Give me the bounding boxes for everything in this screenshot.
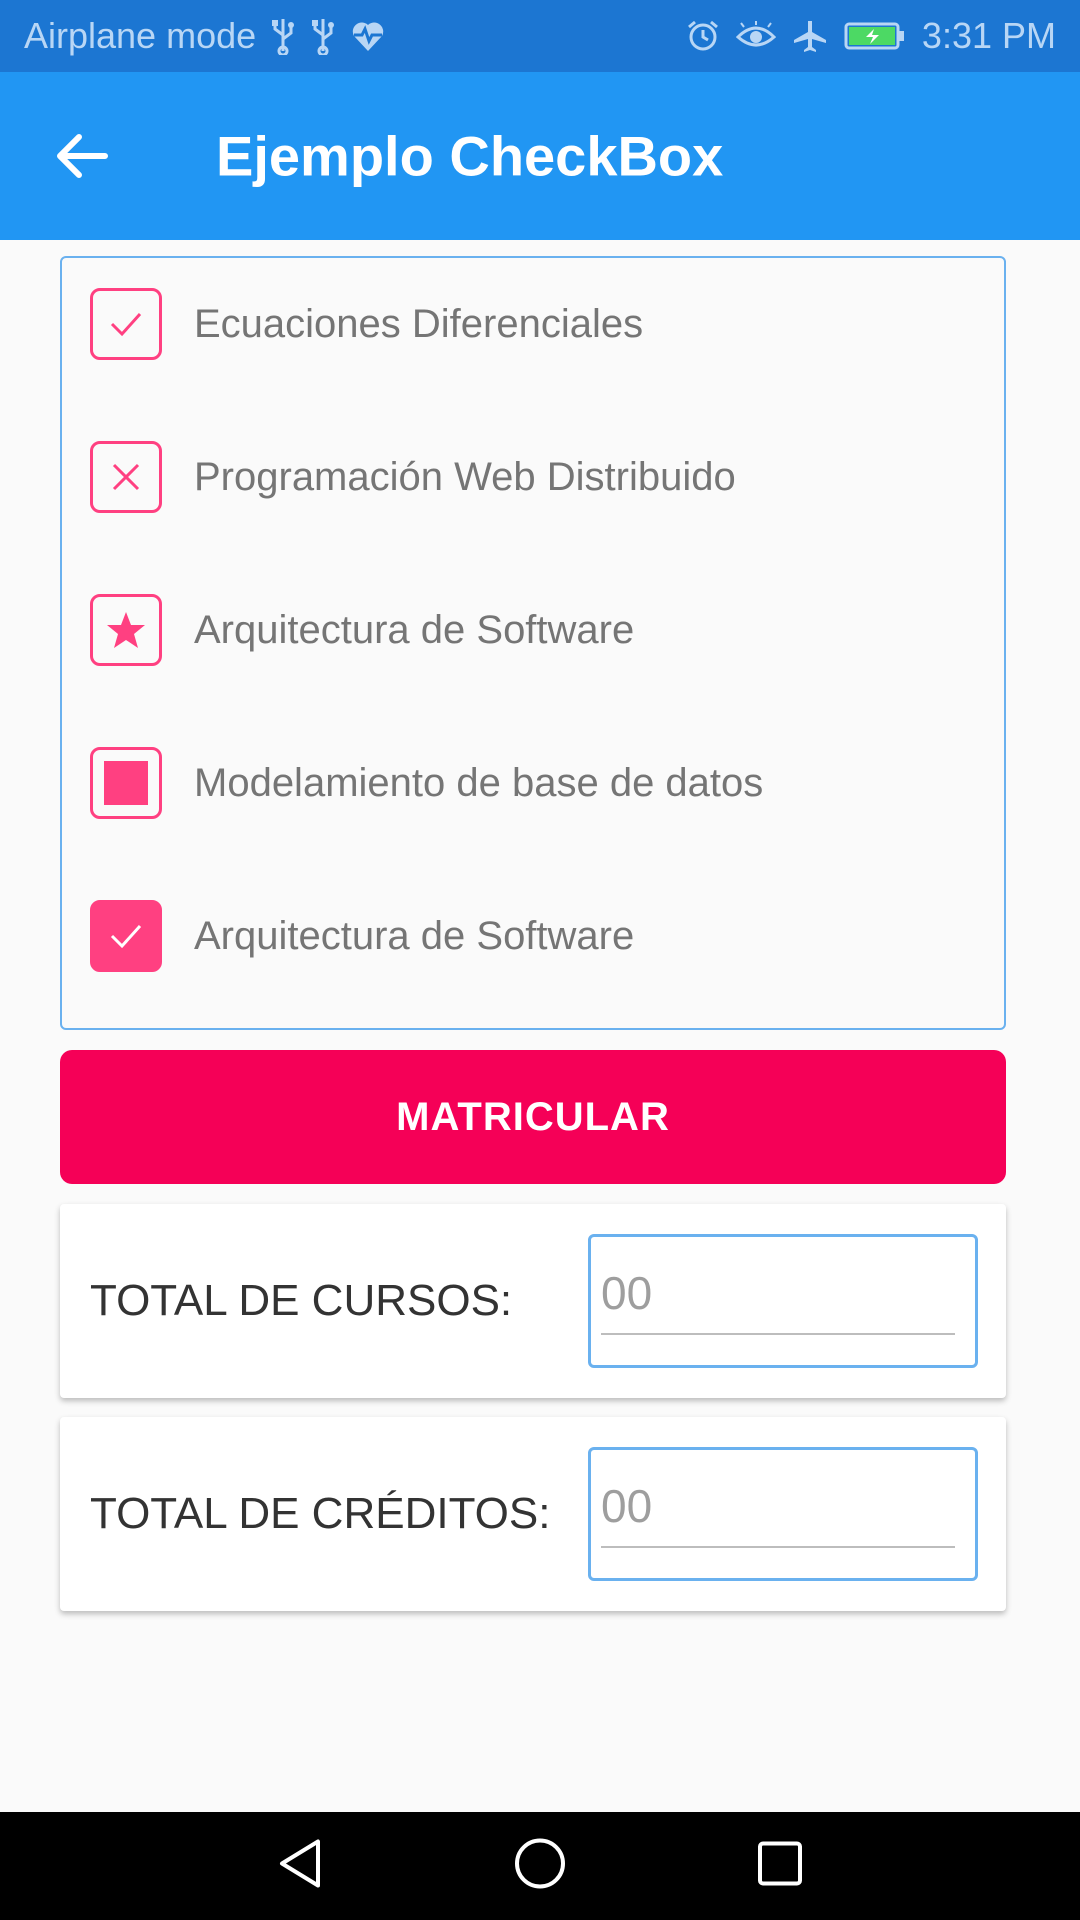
- check-icon: [110, 312, 142, 337]
- matricular-button[interactable]: MATRICULAR: [60, 1050, 1006, 1184]
- alarm-icon: [686, 19, 720, 53]
- back-triangle-icon: [280, 1839, 320, 1888]
- checkbox-control[interactable]: [90, 594, 162, 666]
- total-creditos-card: TOTAL DE CRÉDITOS:: [60, 1417, 1006, 1611]
- app-toolbar: Ejemplo CheckBox: [0, 72, 1080, 240]
- checkbox-label: Arquitectura de Software: [194, 913, 635, 958]
- filled-square-icon: [104, 761, 148, 805]
- status-bar: Airplane mode 3:31 PM: [0, 0, 1080, 72]
- arrow-left-icon: [57, 134, 108, 178]
- page-title: Ejemplo CheckBox: [216, 124, 724, 188]
- nav-recents-button[interactable]: [756, 1840, 804, 1893]
- checkbox-group: Ecuaciones Diferenciales Programación We…: [60, 256, 1006, 1030]
- battery-charging-icon: [844, 21, 906, 51]
- checkbox-modelamiento-base-datos[interactable]: Modelamiento de base de datos: [90, 745, 970, 821]
- checkbox-label: Modelamiento de base de datos: [194, 760, 764, 805]
- checkbox-label: Arquitectura de Software: [194, 607, 635, 652]
- total-creditos-field-frame: [588, 1447, 978, 1581]
- checkbox-control[interactable]: [90, 441, 162, 513]
- heart-pulse-icon: [350, 19, 386, 53]
- system-nav-bar: [0, 1812, 1080, 1920]
- home-circle-icon: [515, 1838, 565, 1889]
- checkbox-control[interactable]: [90, 288, 162, 360]
- total-cursos-input[interactable]: [601, 1253, 955, 1335]
- checkbox-programacion-web[interactable]: Programación Web Distribuido: [90, 439, 970, 515]
- check-icon: [110, 924, 142, 949]
- checkbox-label: Programación Web Distribuido: [194, 454, 736, 499]
- usb-icon: [270, 17, 296, 55]
- checkbox-arquitectura-software-filled[interactable]: Arquitectura de Software: [90, 898, 970, 974]
- total-cursos-field-frame: [588, 1234, 978, 1368]
- usb-icon: [310, 17, 336, 55]
- nav-back-button[interactable]: [276, 1838, 324, 1895]
- checkbox-control[interactable]: [90, 900, 162, 972]
- star-icon: [107, 612, 145, 648]
- checkbox-arquitectura-software-star[interactable]: Arquitectura de Software: [90, 592, 970, 668]
- recents-square-icon: [758, 1841, 802, 1886]
- checkbox-ecuaciones-diferenciales[interactable]: Ecuaciones Diferenciales: [90, 286, 970, 362]
- total-cursos-card: TOTAL DE CURSOS:: [60, 1204, 1006, 1398]
- nav-home-button[interactable]: [514, 1838, 566, 1895]
- status-airplane-mode-text: Airplane mode: [24, 15, 257, 56]
- total-cursos-label: TOTAL DE CURSOS:: [90, 1276, 513, 1325]
- status-bar-left: Airplane mode: [24, 15, 686, 57]
- airplane-icon: [792, 19, 828, 53]
- back-button[interactable]: [52, 126, 112, 186]
- status-bar-right: 3:31 PM: [686, 15, 1056, 57]
- total-creditos-input[interactable]: [601, 1466, 955, 1548]
- eye-icon: [735, 21, 776, 51]
- checkbox-label: Ecuaciones Diferenciales: [194, 301, 644, 346]
- total-creditos-label: TOTAL DE CRÉDITOS:: [90, 1489, 551, 1538]
- close-icon: [112, 463, 140, 491]
- checkbox-control[interactable]: [90, 747, 162, 819]
- status-time: 3:31 PM: [921, 15, 1056, 56]
